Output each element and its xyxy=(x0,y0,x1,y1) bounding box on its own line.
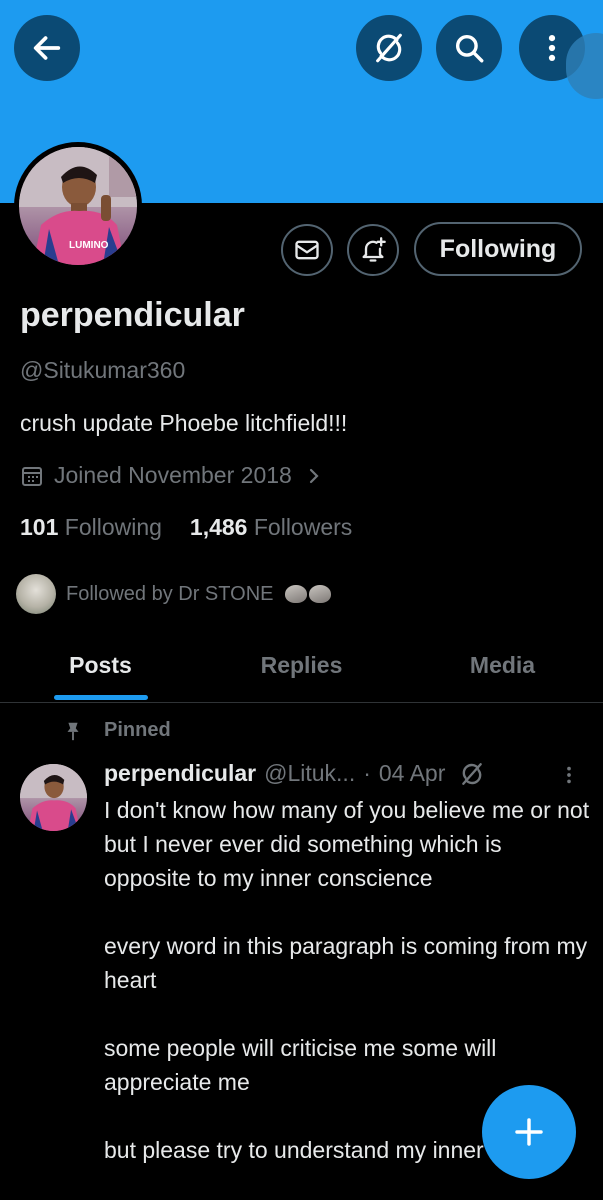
plus-icon xyxy=(515,1118,543,1146)
grok-icon[interactable] xyxy=(459,761,485,787)
tab-posts[interactable]: Posts xyxy=(0,640,201,702)
envelope-icon xyxy=(295,240,319,260)
profile-display-name: perpendicular xyxy=(20,296,245,334)
post-more-button[interactable] xyxy=(558,762,580,793)
svg-text:LUMINO: LUMINO xyxy=(69,240,109,251)
post-author-avatar[interactable] xyxy=(20,764,87,831)
post-avatar-illustration xyxy=(20,764,87,831)
post-header: perpendicular @Lituk... · 04 Apr xyxy=(104,760,485,787)
pinned-label: Pinned xyxy=(104,719,171,741)
rock-emoji-icon xyxy=(283,583,332,606)
calendar-icon xyxy=(22,466,42,486)
tab-media[interactable]: Media xyxy=(402,640,603,702)
arrow-left-icon xyxy=(33,36,61,60)
post-separator: · xyxy=(363,760,371,786)
avatar-illustration: LUMINO xyxy=(19,147,137,265)
tab-replies[interactable]: Replies xyxy=(201,640,402,702)
notifications-button[interactable] xyxy=(347,224,399,276)
joined-date-text: Joined November 2018 xyxy=(54,462,292,488)
profile-avatar[interactable]: LUMINO xyxy=(14,142,142,270)
profile-bio: crush update Phoebe litchfield!!! xyxy=(20,410,348,436)
search-button[interactable] xyxy=(436,15,502,81)
followers-count: 1,486 xyxy=(189,514,248,540)
profile-handle: @Situkumar360 xyxy=(20,357,186,383)
message-button[interactable] xyxy=(281,224,333,276)
more-vertical-icon xyxy=(548,34,556,62)
avatar-image: LUMINO xyxy=(19,147,137,265)
followed-by-row[interactable]: Followed by Dr STONE xyxy=(16,574,332,614)
post-date[interactable]: 04 Apr xyxy=(379,760,446,787)
following-label: Following xyxy=(64,514,162,540)
following-count: 101 xyxy=(20,514,59,540)
following-stat[interactable]: 101 Following xyxy=(20,514,162,541)
chevron-right-icon xyxy=(309,468,319,483)
followers-stat[interactable]: 1,486 Followers xyxy=(190,514,352,541)
post-author-handle[interactable]: @Lituk... xyxy=(264,760,355,787)
joined-date-row[interactable]: Joined November 2018 xyxy=(20,462,326,489)
grok-icon xyxy=(376,33,402,63)
search-icon xyxy=(455,34,484,63)
follow-stats: 101 Following 1,486 Followers xyxy=(20,514,352,541)
bell-plus-icon xyxy=(362,237,386,262)
following-button[interactable]: Following xyxy=(414,222,582,276)
followers-label: Followers xyxy=(253,514,353,540)
followed-by-text: Followed by Dr STONE xyxy=(66,582,274,605)
compose-post-button[interactable] xyxy=(482,1085,576,1179)
follower-avatar xyxy=(16,574,56,614)
post-author-name[interactable]: perpendicular xyxy=(104,760,256,787)
profile-tabs: Posts Replies Media xyxy=(0,640,603,703)
more-vertical-icon xyxy=(567,766,571,784)
grok-button[interactable] xyxy=(356,15,422,81)
back-button[interactable] xyxy=(14,15,80,81)
pin-icon xyxy=(67,722,79,740)
pinned-indicator: Pinned xyxy=(62,719,171,742)
